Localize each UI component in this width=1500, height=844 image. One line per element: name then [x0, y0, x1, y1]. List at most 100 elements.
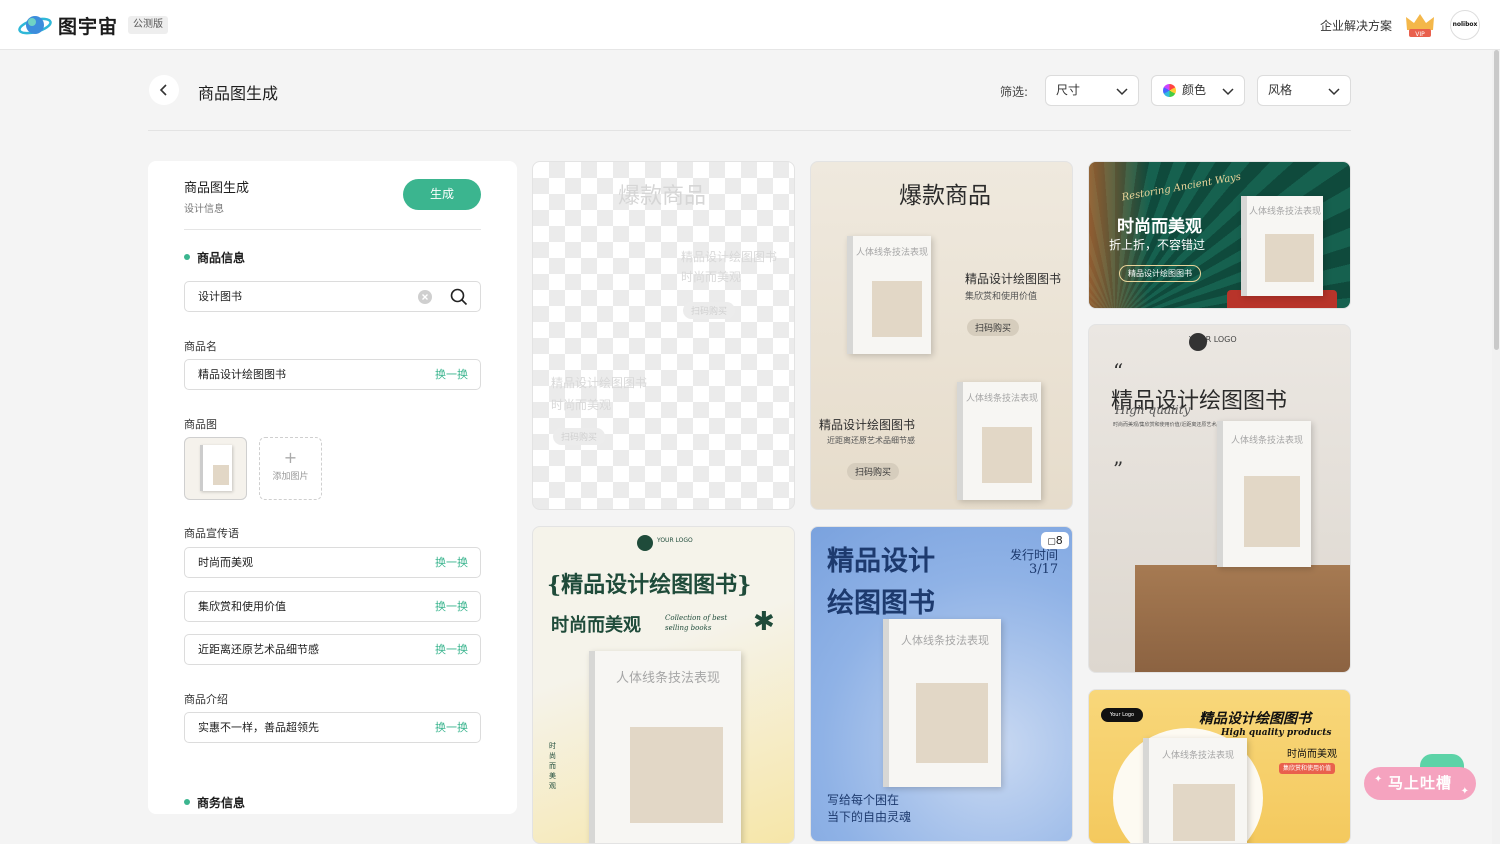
slogan-field-2[interactable]: 集欣赏和使用价值 换一换: [184, 591, 481, 622]
color-filter-label: 颜色: [1182, 83, 1207, 97]
feedback-label: 马上吐槽: [1387, 774, 1452, 792]
book-image: 人体线条技法表现: [957, 382, 1041, 500]
style-filter-select[interactable]: 风格: [1257, 75, 1351, 106]
slogan-label: 商品宣传语: [184, 527, 239, 540]
generate-button[interactable]: 生成: [403, 179, 481, 210]
business-info-heading: 商务信息: [184, 794, 245, 811]
panel-subtitle: 设计信息: [184, 204, 224, 215]
product-image-label: 商品图: [184, 418, 217, 431]
scan-buy-tag: 扫码购买: [967, 319, 1020, 336]
plus-icon: +: [283, 448, 298, 467]
filter-label: 筛选:: [1000, 85, 1029, 99]
brand-name[interactable]: 图宇宙: [58, 12, 118, 39]
book-image: 人体线条技法表现: [589, 651, 741, 843]
product-name-field[interactable]: 精品设计绘图图书 换一换: [184, 359, 481, 390]
swap-intro-button[interactable]: 换一换: [435, 713, 468, 742]
back-button[interactable]: [149, 75, 179, 105]
product-search-input[interactable]: 设计图书: [184, 281, 481, 312]
size-filter-select[interactable]: 尺寸: [1045, 75, 1139, 106]
card-title: 精品设计绘图图书: [1199, 711, 1311, 727]
card-english: High quality products: [1221, 728, 1332, 738]
product-intro-label: 商品介绍: [184, 693, 228, 706]
logo-badge: YOUR LOGO: [657, 537, 693, 544]
scan-buy-tag: 扫码购买: [553, 428, 606, 445]
card-subtitle: 折上折，不容错过: [1109, 238, 1206, 252]
book-image: 人体线条技法表现: [1241, 196, 1323, 296]
size-filter-label: 尺寸: [1056, 83, 1081, 97]
card-title: 绘图图书: [827, 588, 935, 619]
date-label: 发行时间: [1010, 548, 1059, 562]
scan-buy-tag: 扫码购买: [847, 463, 900, 480]
quote-open: “: [1113, 359, 1124, 383]
feedback-button[interactable]: ✦ 马上吐槽 ✦: [1364, 767, 1476, 800]
enterprise-solutions-link[interactable]: 企业解决方案: [1320, 17, 1392, 34]
result-card-7[interactable]: Your Logo 精品设计绘图图书 High quality products…: [1088, 689, 1351, 844]
card-title: 精品设计: [827, 546, 935, 577]
card-title: 时尚而美观: [1117, 217, 1202, 237]
quote-close: ”: [1113, 457, 1124, 481]
product-info-heading: 商品信息: [184, 249, 245, 266]
svg-text:VIP: VIP: [1415, 31, 1425, 38]
book-image: 人体线条技法表现: [1143, 738, 1247, 843]
asterisk-icon: ✱: [753, 607, 775, 637]
design-info-panel: 商品图生成 设计信息 生成 商品信息 设计图书 商品名 精品设计绘图图书 换一换…: [148, 161, 517, 814]
card-line: 当下的自由灵魂: [827, 810, 912, 824]
page-title: 商品图生成: [198, 84, 279, 103]
card-english: Collection of best selling books: [665, 614, 728, 632]
product-tag: 集欣赏和使用价值: [1279, 763, 1336, 774]
scrollbar-thumb[interactable]: [1494, 50, 1499, 350]
panel-title: 商品图生成: [184, 181, 250, 196]
card-line: 时尚而美观: [551, 398, 612, 412]
sparkle-icon: ✦: [1374, 774, 1384, 785]
clear-icon[interactable]: [418, 290, 432, 304]
date-value: 3/17: [1029, 562, 1059, 577]
card-subtitle: 时尚而美观: [1287, 749, 1337, 760]
logo-icon: [637, 535, 653, 551]
book-thumbnail-image: [200, 445, 232, 491]
book-image: 人体线条技法表现: [847, 236, 931, 354]
card-line: 精品设计绘图图书: [551, 376, 648, 390]
result-card-2[interactable]: 爆款商品 人体线条技法表现 精品设计绘图图书 集欣赏和使用价值 扫码购买 人体线…: [810, 161, 1073, 510]
add-image-label: 添加图片: [272, 472, 309, 482]
vip-crown-icon[interactable]: VIP: [1404, 12, 1436, 38]
search-icon[interactable]: [450, 288, 468, 306]
result-card-4[interactable]: YOUR LOGO “ 精品设计绘图图书 High quality 时尚而美观/…: [1088, 324, 1351, 673]
product-intro-field[interactable]: 实惠不一样，善品超领先 换一换: [184, 712, 481, 743]
card-line: 精品设计绘图图书: [681, 250, 778, 264]
swap-slogan-button[interactable]: 换一换: [435, 635, 468, 664]
book-image: 人体线条技法表现: [883, 619, 1001, 787]
product-name-value: 精品设计绘图图书: [198, 368, 286, 381]
logo-icon: [1189, 333, 1207, 351]
title-divider: [148, 130, 1351, 131]
result-card-1[interactable]: 爆款商品 精品设计绘图图书 时尚而美观 扫码购买 精品设计绘图图书 时尚而美观 …: [532, 161, 795, 510]
swap-name-button[interactable]: 换一换: [435, 360, 468, 389]
product-search-value: 设计图书: [198, 290, 242, 303]
product-image-thumbnail[interactable]: [184, 437, 247, 500]
result-card-5[interactable]: YOUR LOGO {精品设计绘图图书} 时尚而美观 Collection of…: [532, 526, 795, 844]
card-line: 时尚而美观: [681, 270, 742, 284]
swap-slogan-button[interactable]: 换一换: [435, 548, 468, 577]
planet-logo-icon[interactable]: [18, 11, 52, 39]
card-title: 爆款商品: [899, 183, 991, 209]
style-filter-label: 风格: [1268, 83, 1293, 97]
scan-buy-tag: 扫码购买: [683, 302, 736, 319]
result-card-6[interactable]: 精品设计 绘图图书 ▢8 发行时间 3/17 人体线条技法表现 写给每个困在 当…: [810, 526, 1073, 842]
slogan-field-3[interactable]: 近距离还原艺术品细节感 换一换: [184, 634, 481, 665]
color-filter-select[interactable]: 颜色: [1151, 75, 1245, 106]
card-title: 爆款商品: [618, 184, 707, 209]
card-line: 写给每个困在: [827, 793, 900, 807]
card-line: 集欣赏和使用价值: [965, 292, 1038, 302]
result-card-3[interactable]: Restoring Ancient Ways 时尚而美观 折上折，不容错过 精品…: [1088, 161, 1351, 309]
swap-slogan-button[interactable]: 换一换: [435, 592, 468, 621]
book-image: 人体线条技法表现: [1217, 421, 1311, 567]
add-image-button[interactable]: + 添加图片: [259, 437, 322, 500]
card-english: High quality: [1115, 403, 1191, 417]
slogan-field-1[interactable]: 时尚而美观 换一换: [184, 547, 481, 578]
chevron-down-icon: [1328, 88, 1340, 96]
card-title: {精品设计绘图图书}: [547, 572, 752, 598]
page-scrollbar[interactable]: [1492, 50, 1500, 844]
user-avatar[interactable]: nolibox: [1450, 10, 1480, 40]
card-line: 精品设计绘图图书: [965, 272, 1062, 286]
product-intro-value: 实惠不一样，善品超领先: [198, 721, 319, 734]
sparkle-icon: ✦: [1460, 786, 1470, 797]
